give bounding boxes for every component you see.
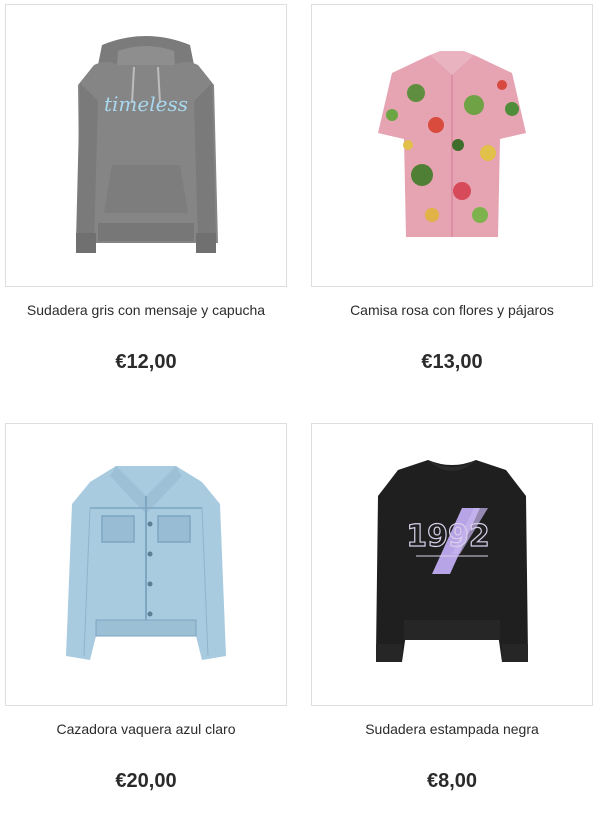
product-title[interactable]: Sudadera estampada negra <box>311 721 593 737</box>
product-image-link[interactable] <box>311 4 593 287</box>
pink-floral-shirt-image <box>378 51 526 237</box>
sweatshirt-print-text: 1992 <box>406 519 490 554</box>
product-price: €13,00 <box>421 351 483 373</box>
product-grid: timeless Sudadera gris con mensaje y cap… <box>0 0 598 814</box>
light-denim-jacket-image <box>66 466 226 660</box>
product-title[interactable]: Camisa rosa con flores y pájaros <box>311 302 593 318</box>
product-title[interactable]: Cazadora vaquera azul claro <box>5 721 287 737</box>
product-price: €12,00 <box>115 351 177 373</box>
product-card[interactable]: Cazadora vaquera azul claro €20,00 <box>5 423 287 814</box>
black-printed-sweatshirt-image: 1992 <box>376 460 528 662</box>
product-title[interactable]: Sudadera gris con mensaje y capucha <box>5 302 287 318</box>
product-image-link[interactable] <box>5 423 287 706</box>
product-image-link[interactable]: 1992 <box>311 423 593 706</box>
product-card[interactable]: timeless Sudadera gris con mensaje y cap… <box>5 4 287 396</box>
grey-hoodie-image: timeless <box>76 36 218 253</box>
product-price: €20,00 <box>115 770 177 792</box>
product-price: €8,00 <box>426 770 478 792</box>
product-card[interactable]: Camisa rosa con flores y pájaros €13,00 <box>311 4 593 396</box>
product-image-link[interactable]: timeless <box>5 4 287 287</box>
product-card[interactable]: 1992 Sudadera estampada negra €8,00 <box>311 423 593 814</box>
hoodie-print-text: timeless <box>104 92 188 116</box>
